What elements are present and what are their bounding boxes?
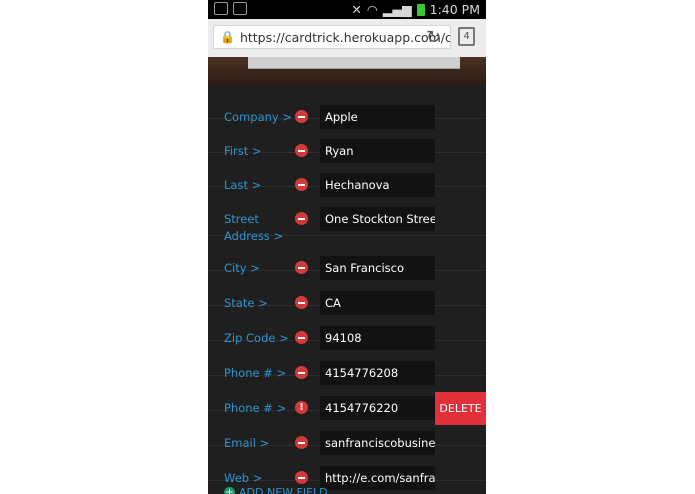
url-text: https://cardtrick.herokuapp.com/cc — [239, 29, 451, 45]
field-row-first: First > Ryan — [208, 119, 486, 163]
status-time: 1:40 PM — [429, 2, 480, 17]
card-header-image — [208, 57, 486, 85]
field-row-state: State > CA — [208, 271, 486, 315]
field-value-input[interactable]: http://e.com/sanfranc — [320, 466, 435, 490]
card-edge — [248, 57, 460, 69]
battery-icon — [416, 3, 425, 16]
status-right: ✕ ◠ ▂▄▆ 1:40 PM — [351, 2, 480, 17]
remove-icon[interactable] — [295, 212, 308, 225]
add-field-button[interactable]: + ADD NEW FIELD — [224, 486, 328, 494]
remove-icon[interactable] — [295, 471, 308, 484]
add-field-label: ADD NEW FIELD — [239, 486, 328, 494]
field-row-phone: Phone # > 4154776208 — [208, 341, 486, 385]
field-value-input[interactable]: One Stockton Street \ — [320, 207, 435, 231]
status-bar: ✕ ◠ ▂▄▆ 1:40 PM — [208, 0, 486, 19]
field-row-web: Web > http://e.com/sanfranc — [208, 446, 486, 490]
mute-icon: ✕ — [351, 2, 362, 17]
tabs-button[interactable]: 4 — [458, 27, 475, 46]
field-row-company: Company > Apple — [208, 85, 486, 129]
address-bar[interactable]: 🔒 https://cardtrick.herokuapp.com/cc — [213, 25, 451, 49]
field-row-street-address: Street Address > One Stockton Street \ — [208, 187, 486, 243]
field-row-phone-delete: Phone # > ! 4154776220 DELETE — [208, 376, 486, 425]
gallery-icon — [233, 2, 247, 15]
signal-icon: ▂▄▆ — [382, 2, 412, 17]
field-label[interactable]: Web > — [224, 470, 262, 487]
lock-icon: 🔒 — [220, 30, 235, 44]
voicemail-icon — [214, 2, 228, 15]
plus-icon: + — [224, 487, 235, 494]
wifi-icon: ◠ — [366, 2, 378, 17]
field-row-email: Email > sanfranciscobusiness — [208, 411, 486, 455]
reload-icon[interactable]: ↻ — [426, 27, 441, 48]
field-label-line: Street — [224, 212, 259, 226]
contact-form: Company > Apple First > Ryan Last > Hech… — [208, 85, 486, 494]
field-row-last: Last > Hechanova — [208, 153, 486, 197]
browser-toolbar: 🔒 https://cardtrick.herokuapp.com/cc ↻ 4 — [208, 19, 486, 58]
phone-screen: ✕ ◠ ▂▄▆ 1:40 PM 🔒 https://cardtrick.hero… — [208, 0, 486, 494]
field-row-zip-code: Zip Code > 94108 — [208, 306, 486, 350]
field-row-city: City > San Francisco — [208, 236, 486, 280]
tab-count: 4 — [463, 31, 470, 42]
notification-icons — [214, 2, 247, 15]
